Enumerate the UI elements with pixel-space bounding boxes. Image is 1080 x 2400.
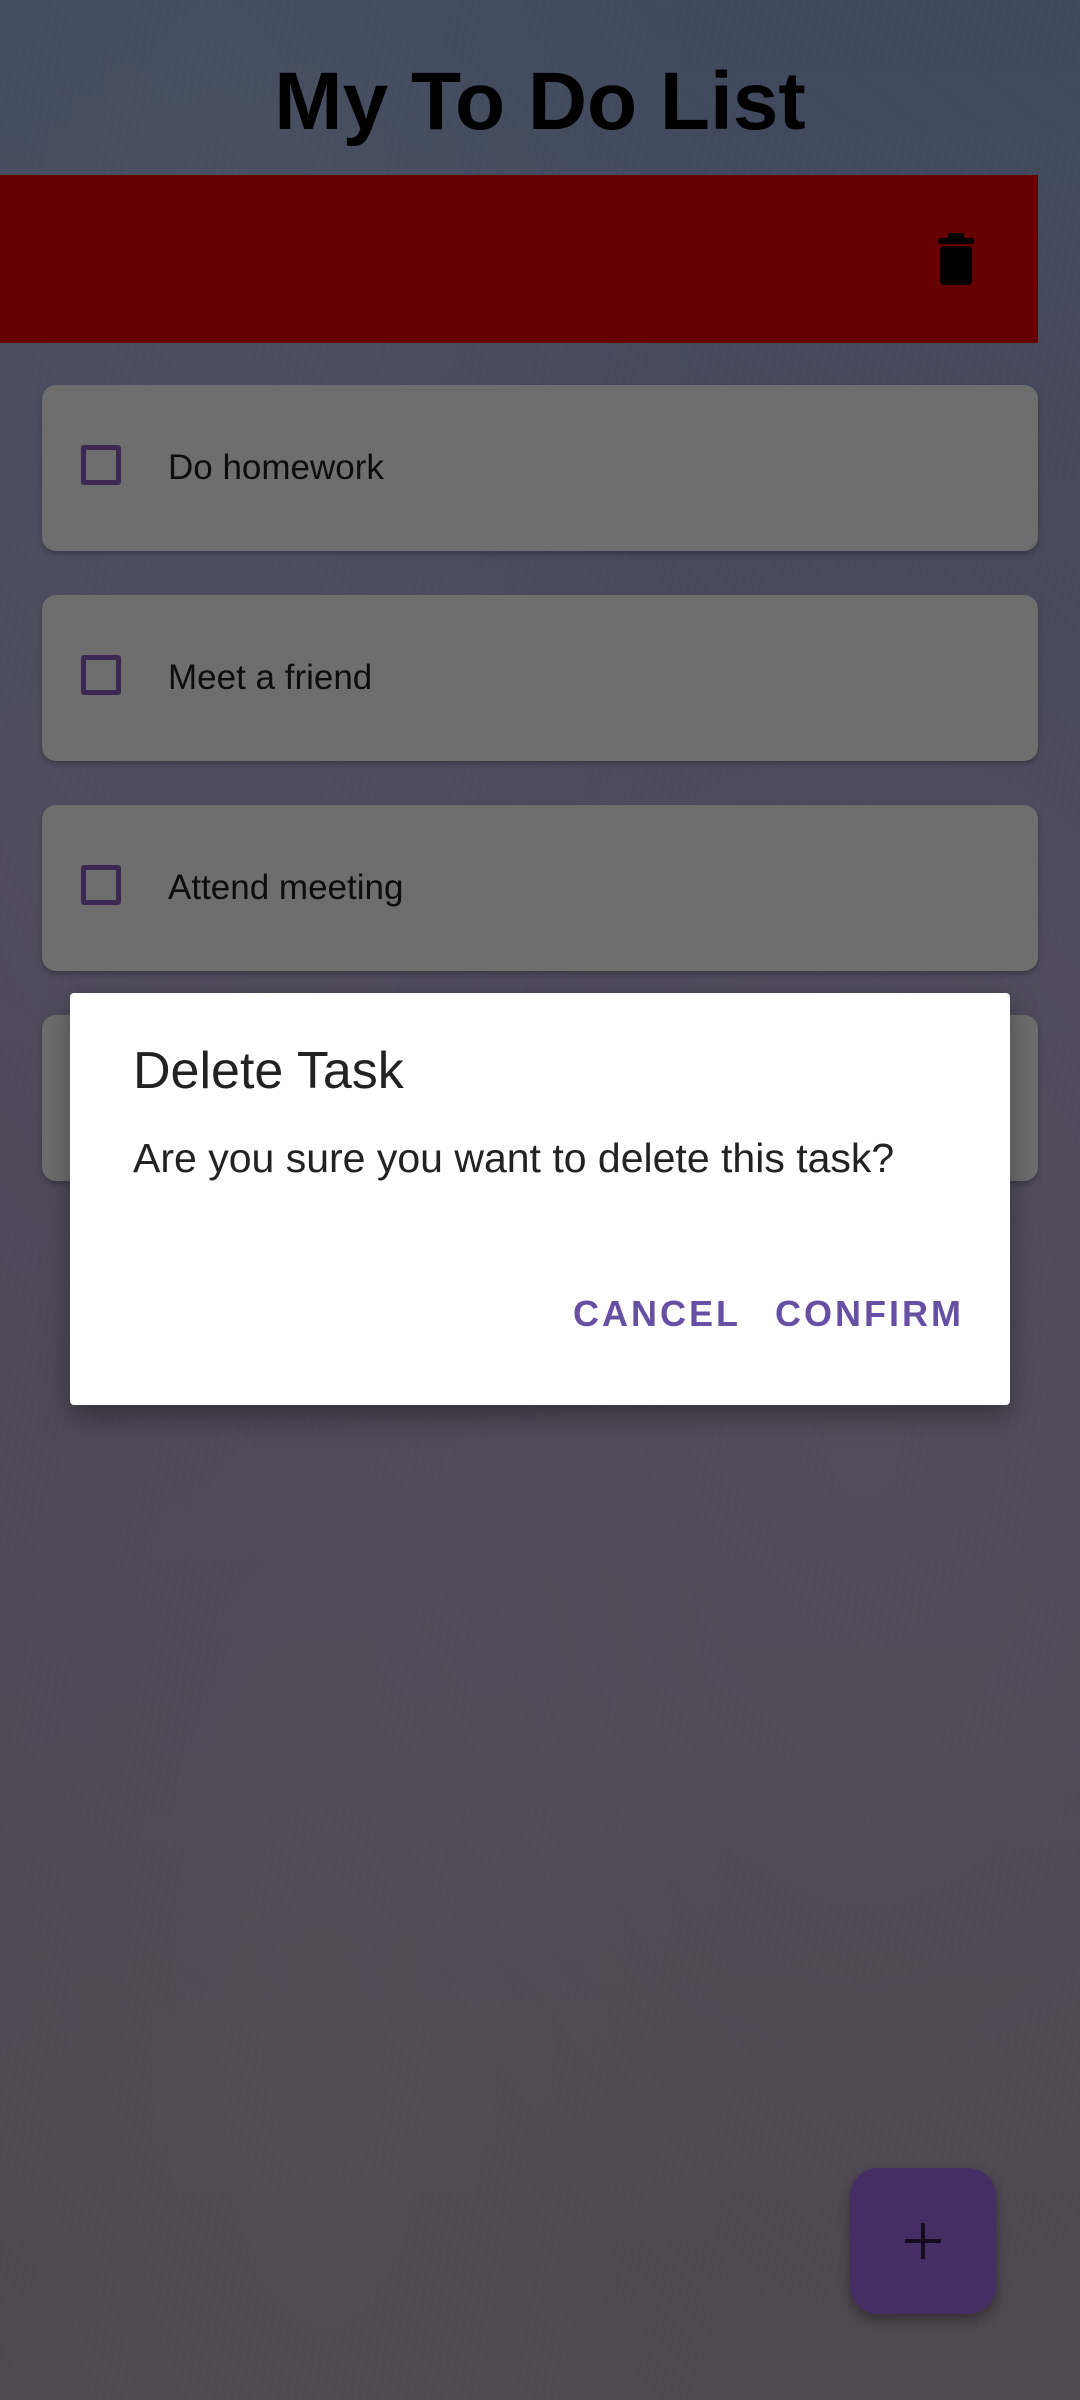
dialog-message: Are you sure you want to delete this tas… bbox=[133, 1135, 895, 1181]
delete-task-dialog: Delete Task Are you sure you want to del… bbox=[70, 993, 1010, 1405]
cancel-button[interactable]: CANCEL bbox=[573, 1293, 741, 1335]
dialog-title: Delete Task bbox=[133, 1042, 404, 1100]
confirm-button[interactable]: CONFIRM bbox=[775, 1293, 964, 1335]
